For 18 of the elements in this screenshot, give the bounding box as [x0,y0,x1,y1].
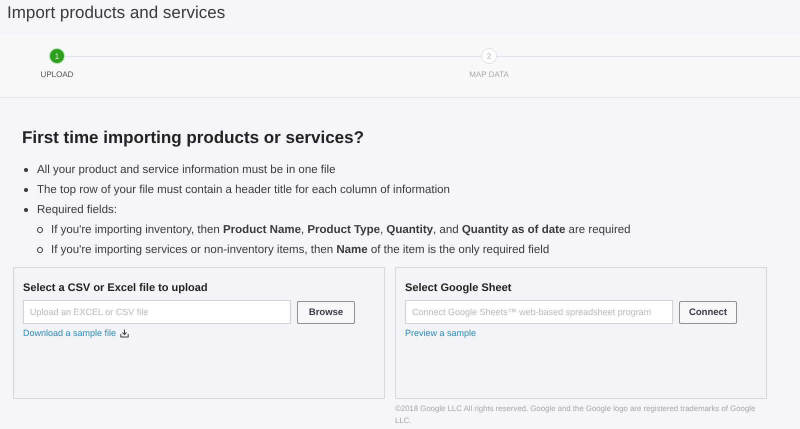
panel-title: Select Google Sheet [405,282,512,294]
bullet-text: The top row of your file must contain a header title for each column of information [37,184,450,196]
bullet-text: If you're importing inventory, then Product Name, Product Type, Quantity, and Quantity as of date are required [51,224,631,236]
section-heading: First time importing products or services? [22,128,365,148]
input-field[interactable]: Connect Google Sheets™ web-based spreadsheet program [405,300,673,324]
action-button[interactable]: Connect [679,300,737,324]
bullet-text: All your product and service information must be in one file [37,164,336,176]
page-title: Import products and services [7,3,226,23]
download-icon [120,328,130,338]
step-number: 1 [49,48,65,64]
panel-title: Select a CSV or Excel file to upload [23,282,209,294]
step-label: UPLOAD [40,70,74,79]
bullet-text: If you're importing services or non-inventory items, then Name of the item is the only required field [51,244,550,256]
bullet-text: Required fields: [37,204,117,216]
action-button[interactable]: Browse [297,300,355,324]
step-label: MAP DATA [469,70,509,79]
step-number: 2 [481,48,497,64]
input-field[interactable]: Upload an EXCEL or CSV file [23,300,291,324]
